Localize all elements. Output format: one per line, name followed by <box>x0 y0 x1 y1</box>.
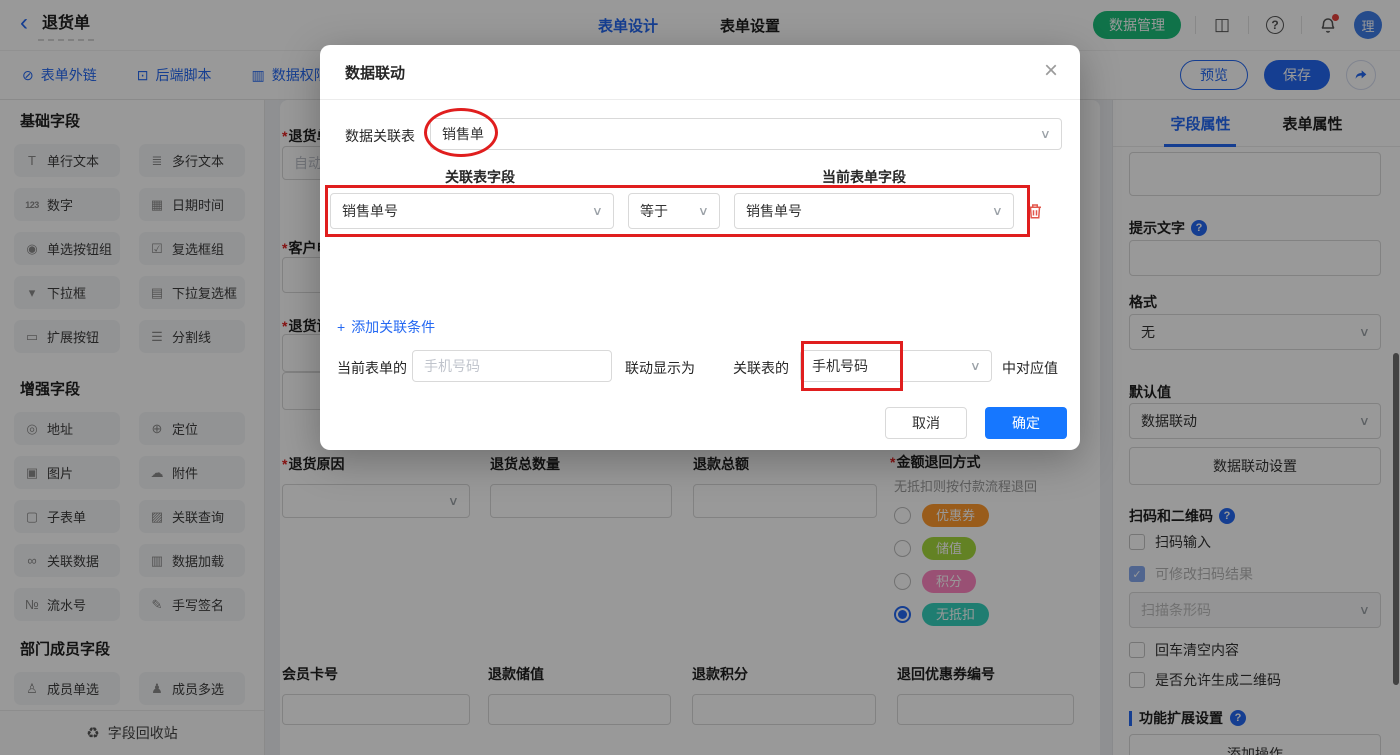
middle-text-label: 联动显示为 <box>625 358 695 378</box>
chevron-down-icon: ∨ <box>592 204 603 218</box>
relation-table-select[interactable]: 销售单 ∨ <box>430 118 1062 150</box>
chevron-down-icon: ∨ <box>1040 127 1051 141</box>
chevron-down-icon: ∨ <box>698 204 709 218</box>
source-field-value: 手机号码 <box>812 356 965 376</box>
suffix-label: 中对应值 <box>1002 358 1058 378</box>
plus-icon: + <box>337 319 345 335</box>
relation-table-value: 销售单 <box>442 124 1035 144</box>
modal-header: 数据联动 × <box>320 45 1080 100</box>
confirm-button[interactable]: 确定 <box>985 407 1067 439</box>
target-prefix-label: 当前表单的 <box>337 358 407 378</box>
column-header-right: 当前表单字段 <box>822 167 906 187</box>
column-header-left: 关联表字段 <box>445 167 515 187</box>
form-designer-app: ‹ 退货单 表单设计 表单设置 数据管理 ◫ ? 理 ⊘表单外链 ⊡后端脚本 ▥… <box>0 0 1400 755</box>
add-condition-link[interactable]: + 添加关联条件 <box>337 317 435 337</box>
condition-field-value: 销售单号 <box>342 201 587 221</box>
cancel-button[interactable]: 取消 <box>885 407 967 439</box>
modal-title: 数据联动 <box>345 62 405 83</box>
source-field-select[interactable]: 手机号码 ∨ <box>800 350 992 382</box>
relation-table-label: 数据关联表 <box>345 126 415 146</box>
condition-operator-value: 等于 <box>640 201 693 221</box>
chevron-down-icon: ∨ <box>970 359 981 373</box>
condition-operator-select[interactable]: 等于 ∨ <box>628 193 720 229</box>
condition-field-select[interactable]: 销售单号 ∨ <box>330 193 614 229</box>
add-condition-label: 添加关联条件 <box>351 317 435 337</box>
data-linkage-modal: 数据联动 × 数据关联表 销售单 ∨ 关联表字段 当前表单字段 销售单号 ∨ 等于 ∨… <box>320 45 1080 450</box>
target-field-input[interactable] <box>412 350 612 382</box>
source-prefix-label: 关联表的 <box>733 358 789 378</box>
close-icon[interactable]: × <box>1044 56 1058 86</box>
chevron-down-icon: ∨ <box>992 204 1003 218</box>
condition-value-select[interactable]: 销售单号 ∨ <box>734 193 1014 229</box>
condition-value-value: 销售单号 <box>746 201 987 221</box>
delete-condition-icon[interactable] <box>1026 202 1044 225</box>
